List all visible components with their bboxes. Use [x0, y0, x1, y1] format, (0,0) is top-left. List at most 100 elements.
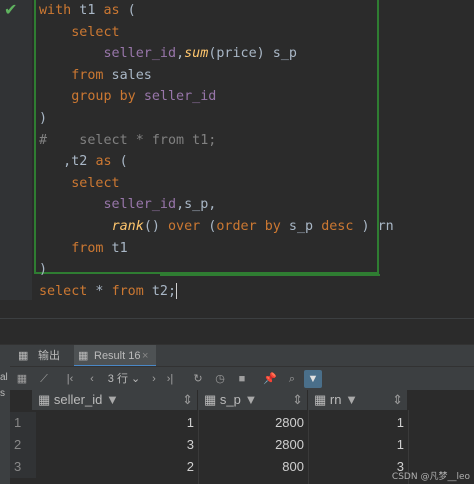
cell-s-p[interactable]: 2800: [198, 412, 308, 434]
code-token: ,t2: [39, 154, 96, 170]
code-token: over: [168, 218, 201, 234]
code-token: sales: [103, 67, 152, 83]
cell-s-p[interactable]: 800: [198, 456, 308, 478]
table-row[interactable]: 1 1 2800 1: [10, 412, 474, 434]
code-line[interactable]: group by seller_id: [39, 86, 394, 108]
code-token: t2;: [143, 283, 177, 299]
first-page-icon[interactable]: |‹: [62, 370, 78, 388]
code-token: (: [119, 3, 136, 18]
code-line[interactable]: seller_id,sum(price) s_p: [39, 43, 394, 65]
left-strip-label-1: al: [0, 372, 8, 383]
cell-rn[interactable]: 1: [308, 412, 408, 434]
column-table-icon: ▦: [314, 392, 327, 407]
result-table-icon: ▦: [78, 350, 89, 362]
code-line[interactable]: ,t2 as (: [39, 151, 394, 173]
column-table-icon: ▦: [38, 392, 51, 407]
code-token: from: [71, 240, 104, 256]
filter-icon[interactable]: ▼: [345, 392, 358, 407]
code-token: order by: [216, 218, 281, 234]
column-header-rn[interactable]: ▦ rn ▼ ⇕: [308, 390, 408, 410]
code-line[interactable]: from t1: [39, 238, 394, 260]
code-line[interactable]: ): [39, 108, 394, 130]
cell-rn[interactable]: 1: [308, 434, 408, 456]
code-token: as: [103, 3, 120, 18]
left-strip-label-2: s: [0, 388, 5, 399]
table-icon: ▦: [18, 350, 29, 362]
code-token: select: [39, 283, 88, 299]
table-row[interactable]: 2 3 2800 1: [10, 434, 474, 456]
grid-view-icon[interactable]: ▦: [14, 370, 30, 388]
cell-seller-id[interactable]: 2: [32, 456, 198, 478]
code-line[interactable]: seller_id,s_p,: [39, 194, 394, 216]
editor-gutter: ✔: [0, 0, 32, 300]
watermark: CSDN @凡梦__leo: [391, 472, 470, 482]
last-page-icon[interactable]: ›|: [162, 370, 178, 388]
column-header-label: seller_id: [53, 392, 103, 407]
code-token: (: [111, 154, 128, 170]
filter-icon[interactable]: ▼: [245, 392, 258, 407]
panel-separator: [0, 318, 474, 319]
code-token: as: [95, 154, 112, 170]
close-icon[interactable]: ×: [142, 345, 148, 367]
pin-icon[interactable]: 📌: [262, 370, 278, 388]
cell-seller-id[interactable]: 1: [32, 412, 198, 434]
code-token: t1: [71, 3, 104, 18]
tab-result-16[interactable]: ▦ Result 16 ×: [74, 345, 156, 367]
code-token: rank: [111, 218, 144, 234]
column-header-seller-id[interactable]: ▦ seller_id ▼ ⇕: [32, 390, 198, 410]
sort-icon[interactable]: ⇕: [182, 390, 193, 410]
cell-s-p[interactable]: 2800: [198, 434, 308, 456]
tab-result-label: Result 16: [94, 350, 141, 362]
sort-icon[interactable]: ⇕: [392, 390, 403, 410]
left-side-strip: al s: [0, 366, 10, 484]
code-line[interactable]: from sales: [39, 65, 394, 87]
search-icon[interactable]: ⌕: [284, 370, 300, 388]
code-token: s_p: [280, 218, 322, 234]
refresh-icon[interactable]: ↻: [190, 370, 206, 388]
column-header-s-p[interactable]: ▦ s_p ▼ ⇕: [198, 390, 308, 410]
code-token: (): [143, 218, 168, 234]
column-table-icon: ▦: [204, 392, 217, 407]
code-line[interactable]: select: [39, 173, 394, 195]
code-token: from: [71, 67, 104, 83]
code-token: ): [39, 110, 48, 126]
rows-count-dropdown[interactable]: 3 行 ⌄: [104, 370, 144, 388]
tab-output[interactable]: 输出: [38, 345, 60, 367]
code-token: seller_id: [103, 197, 177, 213]
sort-icon[interactable]: ⇕: [292, 390, 303, 410]
filter-icon[interactable]: ▼: [304, 370, 322, 388]
chart-view-icon[interactable]: ⟋: [36, 370, 52, 388]
code-token: from: [111, 283, 144, 299]
code-token: ) rn: [353, 218, 394, 234]
rows-count-label: 3 行: [107, 373, 128, 385]
next-page-icon[interactable]: ›: [146, 370, 162, 388]
code-token: with: [39, 3, 72, 18]
code-line[interactable]: select: [39, 22, 394, 44]
code-token: (price) s_p: [208, 46, 297, 62]
code-token: *: [87, 283, 112, 299]
code-area[interactable]: with t1 as ( select seller_id,sum(price)…: [39, 0, 394, 302]
stop-icon[interactable]: ■: [234, 370, 250, 388]
stop-schedule-icon[interactable]: ◷: [212, 370, 228, 388]
filter-icon[interactable]: ▼: [106, 392, 119, 407]
code-token: seller_id: [143, 89, 217, 105]
code-line[interactable]: ): [39, 259, 394, 281]
prev-page-icon[interactable]: ‹: [84, 370, 100, 388]
results-grid[interactable]: ▦ seller_id ▼ ⇕ ▦ s_p ▼ ⇕ ▦ rn ▼ ⇕ 1 1 2…: [10, 390, 474, 484]
code-token: select: [71, 175, 120, 191]
code-line[interactable]: with t1 as (: [39, 0, 394, 22]
results-toolbar: ▦ ⟋ |‹ ‹ 3 行 ⌄ › ›| ↻ ◷ ■ 📌 ⌕ ▼: [0, 366, 474, 391]
cell-seller-id[interactable]: 3: [32, 434, 198, 456]
column-header-label: rn: [329, 392, 342, 407]
code-line[interactable]: rank() over (order by s_p desc ) rn: [39, 216, 394, 238]
sql-editor[interactable]: ✔ with t1 as ( select seller_id,sum(pric…: [0, 0, 474, 300]
code-line[interactable]: # select * from t1;: [39, 130, 394, 152]
code-token: ,: [176, 46, 185, 62]
results-tab-bar: ▦ 输出 ▦ Result 16 ×: [0, 344, 474, 367]
